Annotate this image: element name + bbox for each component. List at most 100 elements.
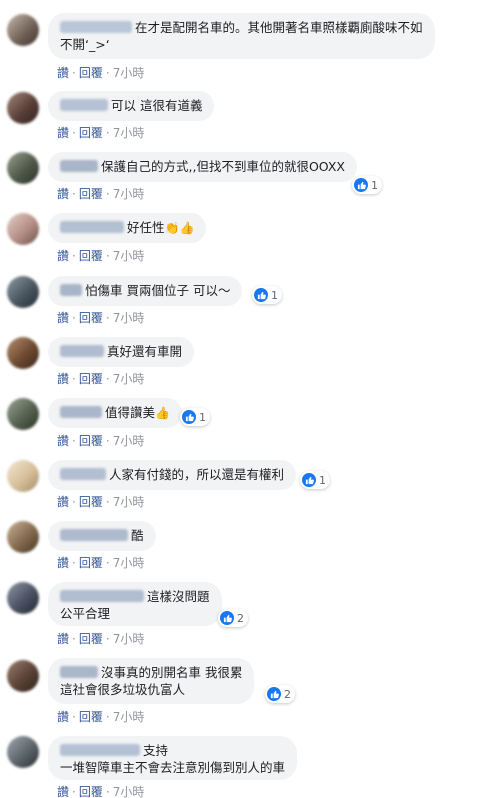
comment-text: 支持 — [143, 743, 169, 758]
reply-link[interactable]: 回覆 — [79, 495, 103, 509]
author-name[interactable] — [60, 160, 98, 172]
like-link[interactable]: 讚 — [57, 434, 69, 448]
separator: · — [105, 710, 110, 724]
reply-link[interactable]: 回覆 — [79, 372, 103, 386]
separator: · — [105, 372, 110, 386]
reaction-badge[interactable]: 1 — [180, 408, 210, 426]
timestamp[interactable]: 7小時 — [113, 372, 145, 386]
clap-thumbs-emoji: 👏👍 — [164, 221, 195, 235]
separator: · — [105, 785, 110, 798]
reaction-badge[interactable]: 2 — [265, 685, 295, 703]
avatar[interactable] — [7, 14, 39, 46]
comment-actions: 讚 · 回覆 · 7小時 — [57, 370, 144, 387]
author-name[interactable] — [60, 590, 144, 602]
author-name[interactable] — [60, 99, 108, 111]
author-name[interactable] — [60, 744, 140, 756]
separator: · — [72, 126, 76, 140]
reaction-count: 2 — [237, 611, 244, 625]
author-name[interactable] — [60, 468, 106, 480]
separator: · — [105, 126, 110, 140]
reply-link[interactable]: 回覆 — [79, 556, 103, 570]
like-link[interactable]: 讚 — [57, 495, 69, 509]
comment-actions: 讚 · 回覆 · 7小時 — [57, 554, 144, 571]
comment-text: 酷 — [131, 528, 144, 543]
reply-link[interactable]: 回覆 — [79, 710, 103, 724]
avatar[interactable] — [7, 152, 39, 184]
comment-actions: 讚 · 回覆 · 7小時 — [57, 185, 144, 202]
reaction-badge[interactable]: 2 — [218, 609, 248, 627]
reply-link[interactable]: 回覆 — [79, 311, 103, 325]
timestamp[interactable]: 7小時 — [113, 311, 145, 325]
like-link[interactable]: 讚 — [57, 187, 69, 201]
like-link[interactable]: 讚 — [57, 556, 69, 570]
like-link[interactable]: 讚 — [57, 66, 69, 80]
reply-link[interactable]: 回覆 — [79, 249, 103, 263]
comment-text: 沒事真的別開名車 我很累 — [101, 665, 243, 680]
reply-link[interactable]: 回覆 — [79, 126, 103, 140]
comment-bubble: 酷 — [48, 521, 156, 551]
reply-link[interactable]: 回覆 — [79, 187, 103, 201]
comment-text: 這樣沒問題 — [147, 589, 210, 604]
timestamp[interactable]: 7小時 — [113, 785, 145, 798]
like-link[interactable]: 讚 — [57, 710, 69, 724]
like-link[interactable]: 讚 — [57, 311, 69, 325]
author-name[interactable] — [60, 21, 132, 33]
avatar[interactable] — [7, 460, 39, 492]
comment-text: 好任性 — [127, 220, 165, 235]
reply-link[interactable]: 回覆 — [79, 632, 103, 646]
like-link[interactable]: 讚 — [57, 126, 69, 140]
reaction-badge[interactable]: 1 — [352, 176, 382, 194]
author-name[interactable] — [60, 529, 128, 541]
separator: · — [72, 556, 76, 570]
reaction-badge[interactable]: 1 — [252, 286, 282, 304]
comment-text-line2: 一堆智障車主不會去注意別傷到別人的車 — [60, 760, 286, 775]
separator: · — [105, 556, 110, 570]
comment-bubble: 值得讚美👍 — [48, 398, 182, 428]
like-icon — [182, 410, 196, 424]
avatar[interactable] — [7, 521, 39, 553]
avatar[interactable] — [7, 337, 39, 369]
like-link[interactable]: 讚 — [57, 632, 69, 646]
author-name[interactable] — [60, 221, 124, 233]
timestamp[interactable]: 7小時 — [113, 249, 145, 263]
author-name[interactable] — [60, 406, 102, 418]
like-link[interactable]: 讚 — [57, 249, 69, 263]
comment-bubble: 怕傷車 買兩個位子 可以～ — [48, 276, 243, 306]
avatar[interactable] — [7, 398, 39, 430]
timestamp[interactable]: 7小時 — [113, 434, 145, 448]
thumbs-up-emoji: 👍 — [155, 406, 170, 420]
comment-bubble: 可以 這很有道義 — [48, 91, 215, 121]
comment-text-line2: 這社會很多垃圾仇富人 — [60, 682, 186, 697]
timestamp[interactable]: 7小時 — [113, 556, 145, 570]
separator: · — [72, 710, 76, 724]
timestamp[interactable]: 7小時 — [113, 710, 145, 724]
timestamp[interactable]: 7小時 — [113, 632, 145, 646]
separator: · — [72, 249, 76, 263]
separator: · — [105, 495, 110, 509]
like-link[interactable]: 讚 — [57, 785, 69, 798]
separator: · — [72, 311, 76, 325]
avatar[interactable] — [7, 276, 39, 308]
like-icon — [220, 611, 234, 625]
timestamp[interactable]: 7小時 — [113, 495, 145, 509]
reply-link[interactable]: 回覆 — [79, 434, 103, 448]
author-name[interactable] — [60, 666, 98, 678]
timestamp[interactable]: 7小時 — [113, 187, 145, 201]
author-name[interactable] — [60, 284, 82, 296]
separator: · — [105, 66, 110, 80]
separator: · — [72, 372, 76, 386]
avatar[interactable] — [7, 92, 39, 124]
avatar[interactable] — [7, 660, 39, 692]
reply-link[interactable]: 回覆 — [79, 785, 103, 798]
like-link[interactable]: 讚 — [57, 372, 69, 386]
comment-bubble: 人家有付錢的，所以還是有權利 — [48, 460, 297, 490]
avatar[interactable] — [7, 582, 39, 614]
comment-actions: 讚 · 回覆 · 7小時 — [57, 309, 144, 326]
reaction-badge[interactable]: 1 — [300, 471, 330, 489]
author-name[interactable] — [60, 345, 104, 357]
avatar[interactable] — [7, 213, 39, 245]
avatar[interactable] — [7, 736, 39, 768]
timestamp[interactable]: 7小時 — [113, 126, 145, 140]
reply-link[interactable]: 回覆 — [79, 66, 103, 80]
timestamp[interactable]: 7小時 — [113, 66, 145, 80]
